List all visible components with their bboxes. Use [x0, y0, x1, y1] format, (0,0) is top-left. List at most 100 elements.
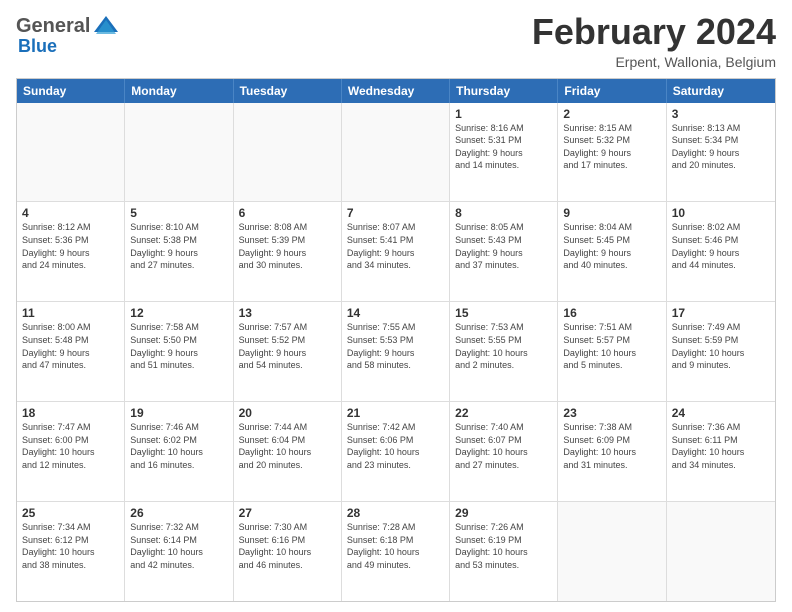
calendar-cell: 17Sunrise: 7:49 AM Sunset: 5:59 PM Dayli…: [667, 302, 775, 401]
header: General Blue February 2024 Erpent, Wallo…: [16, 12, 776, 70]
calendar-cell: 22Sunrise: 7:40 AM Sunset: 6:07 PM Dayli…: [450, 402, 558, 501]
calendar-cell: 2Sunrise: 8:15 AM Sunset: 5:32 PM Daylig…: [558, 103, 666, 202]
day-number: 10: [672, 206, 770, 220]
day-number: 28: [347, 506, 444, 520]
calendar-cell: 29Sunrise: 7:26 AM Sunset: 6:19 PM Dayli…: [450, 502, 558, 601]
day-number: 21: [347, 406, 444, 420]
page: General Blue February 2024 Erpent, Wallo…: [0, 0, 792, 612]
day-info: Sunrise: 7:40 AM Sunset: 6:07 PM Dayligh…: [455, 421, 552, 471]
day-number: 16: [563, 306, 660, 320]
cal-header-thursday: Thursday: [450, 79, 558, 103]
calendar-cell: 26Sunrise: 7:32 AM Sunset: 6:14 PM Dayli…: [125, 502, 233, 601]
calendar: SundayMondayTuesdayWednesdayThursdayFrid…: [16, 78, 776, 602]
day-number: 1: [455, 107, 552, 121]
calendar-row-1: 4Sunrise: 8:12 AM Sunset: 5:36 PM Daylig…: [17, 202, 775, 302]
calendar-cell: 18Sunrise: 7:47 AM Sunset: 6:00 PM Dayli…: [17, 402, 125, 501]
day-number: 25: [22, 506, 119, 520]
calendar-cell: 21Sunrise: 7:42 AM Sunset: 6:06 PM Dayli…: [342, 402, 450, 501]
day-number: 20: [239, 406, 336, 420]
day-number: 24: [672, 406, 770, 420]
day-info: Sunrise: 7:36 AM Sunset: 6:11 PM Dayligh…: [672, 421, 770, 471]
day-number: 9: [563, 206, 660, 220]
day-number: 19: [130, 406, 227, 420]
day-info: Sunrise: 8:16 AM Sunset: 5:31 PM Dayligh…: [455, 122, 552, 172]
day-info: Sunrise: 7:26 AM Sunset: 6:19 PM Dayligh…: [455, 521, 552, 571]
day-number: 3: [672, 107, 770, 121]
day-number: 27: [239, 506, 336, 520]
day-info: Sunrise: 7:38 AM Sunset: 6:09 PM Dayligh…: [563, 421, 660, 471]
day-info: Sunrise: 8:10 AM Sunset: 5:38 PM Dayligh…: [130, 221, 227, 271]
day-info: Sunrise: 7:30 AM Sunset: 6:16 PM Dayligh…: [239, 521, 336, 571]
cal-header-friday: Friday: [558, 79, 666, 103]
day-number: 11: [22, 306, 119, 320]
calendar-header-row: SundayMondayTuesdayWednesdayThursdayFrid…: [17, 79, 775, 103]
calendar-cell: 20Sunrise: 7:44 AM Sunset: 6:04 PM Dayli…: [234, 402, 342, 501]
logo-icon: [92, 12, 120, 40]
logo-general-text: General: [16, 15, 90, 38]
calendar-cell: 24Sunrise: 7:36 AM Sunset: 6:11 PM Dayli…: [667, 402, 775, 501]
calendar-cell: 27Sunrise: 7:30 AM Sunset: 6:16 PM Dayli…: [234, 502, 342, 601]
day-info: Sunrise: 8:13 AM Sunset: 5:34 PM Dayligh…: [672, 122, 770, 172]
day-info: Sunrise: 7:42 AM Sunset: 6:06 PM Dayligh…: [347, 421, 444, 471]
calendar-cell: 3Sunrise: 8:13 AM Sunset: 5:34 PM Daylig…: [667, 103, 775, 202]
day-number: 2: [563, 107, 660, 121]
calendar-cell: 5Sunrise: 8:10 AM Sunset: 5:38 PM Daylig…: [125, 202, 233, 301]
calendar-cell: 25Sunrise: 7:34 AM Sunset: 6:12 PM Dayli…: [17, 502, 125, 601]
calendar-cell: 15Sunrise: 7:53 AM Sunset: 5:55 PM Dayli…: [450, 302, 558, 401]
calendar-cell: [234, 103, 342, 202]
calendar-cell: [125, 103, 233, 202]
day-info: Sunrise: 7:28 AM Sunset: 6:18 PM Dayligh…: [347, 521, 444, 571]
day-number: 12: [130, 306, 227, 320]
day-info: Sunrise: 7:58 AM Sunset: 5:50 PM Dayligh…: [130, 321, 227, 371]
day-number: 17: [672, 306, 770, 320]
calendar-cell: [558, 502, 666, 601]
calendar-row-4: 25Sunrise: 7:34 AM Sunset: 6:12 PM Dayli…: [17, 502, 775, 601]
calendar-cell: 23Sunrise: 7:38 AM Sunset: 6:09 PM Dayli…: [558, 402, 666, 501]
day-info: Sunrise: 8:12 AM Sunset: 5:36 PM Dayligh…: [22, 221, 119, 271]
day-info: Sunrise: 8:08 AM Sunset: 5:39 PM Dayligh…: [239, 221, 336, 271]
day-info: Sunrise: 7:47 AM Sunset: 6:00 PM Dayligh…: [22, 421, 119, 471]
day-info: Sunrise: 7:46 AM Sunset: 6:02 PM Dayligh…: [130, 421, 227, 471]
day-number: 14: [347, 306, 444, 320]
cal-header-wednesday: Wednesday: [342, 79, 450, 103]
calendar-row-0: 1Sunrise: 8:16 AM Sunset: 5:31 PM Daylig…: [17, 103, 775, 203]
day-info: Sunrise: 7:57 AM Sunset: 5:52 PM Dayligh…: [239, 321, 336, 371]
day-number: 18: [22, 406, 119, 420]
calendar-cell: [342, 103, 450, 202]
day-info: Sunrise: 7:53 AM Sunset: 5:55 PM Dayligh…: [455, 321, 552, 371]
day-number: 13: [239, 306, 336, 320]
day-number: 29: [455, 506, 552, 520]
day-number: 4: [22, 206, 119, 220]
calendar-cell: 1Sunrise: 8:16 AM Sunset: 5:31 PM Daylig…: [450, 103, 558, 202]
page-title: February 2024: [532, 12, 776, 52]
calendar-cell: 7Sunrise: 8:07 AM Sunset: 5:41 PM Daylig…: [342, 202, 450, 301]
day-info: Sunrise: 7:51 AM Sunset: 5:57 PM Dayligh…: [563, 321, 660, 371]
cal-header-saturday: Saturday: [667, 79, 775, 103]
day-info: Sunrise: 7:55 AM Sunset: 5:53 PM Dayligh…: [347, 321, 444, 371]
day-info: Sunrise: 8:00 AM Sunset: 5:48 PM Dayligh…: [22, 321, 119, 371]
calendar-cell: 9Sunrise: 8:04 AM Sunset: 5:45 PM Daylig…: [558, 202, 666, 301]
calendar-cell: 13Sunrise: 7:57 AM Sunset: 5:52 PM Dayli…: [234, 302, 342, 401]
calendar-body: 1Sunrise: 8:16 AM Sunset: 5:31 PM Daylig…: [17, 103, 775, 601]
day-number: 6: [239, 206, 336, 220]
title-block: February 2024 Erpent, Wallonia, Belgium: [532, 12, 776, 70]
calendar-cell: 12Sunrise: 7:58 AM Sunset: 5:50 PM Dayli…: [125, 302, 233, 401]
calendar-cell: [667, 502, 775, 601]
day-number: 7: [347, 206, 444, 220]
calendar-cell: 28Sunrise: 7:28 AM Sunset: 6:18 PM Dayli…: [342, 502, 450, 601]
cal-header-tuesday: Tuesday: [234, 79, 342, 103]
cal-header-monday: Monday: [125, 79, 233, 103]
day-info: Sunrise: 8:05 AM Sunset: 5:43 PM Dayligh…: [455, 221, 552, 271]
day-info: Sunrise: 7:49 AM Sunset: 5:59 PM Dayligh…: [672, 321, 770, 371]
day-info: Sunrise: 7:44 AM Sunset: 6:04 PM Dayligh…: [239, 421, 336, 471]
day-number: 23: [563, 406, 660, 420]
day-info: Sunrise: 8:15 AM Sunset: 5:32 PM Dayligh…: [563, 122, 660, 172]
calendar-row-2: 11Sunrise: 8:00 AM Sunset: 5:48 PM Dayli…: [17, 302, 775, 402]
page-subtitle: Erpent, Wallonia, Belgium: [532, 54, 776, 70]
cal-header-sunday: Sunday: [17, 79, 125, 103]
day-number: 26: [130, 506, 227, 520]
day-number: 15: [455, 306, 552, 320]
calendar-cell: 16Sunrise: 7:51 AM Sunset: 5:57 PM Dayli…: [558, 302, 666, 401]
calendar-cell: 6Sunrise: 8:08 AM Sunset: 5:39 PM Daylig…: [234, 202, 342, 301]
day-info: Sunrise: 7:32 AM Sunset: 6:14 PM Dayligh…: [130, 521, 227, 571]
